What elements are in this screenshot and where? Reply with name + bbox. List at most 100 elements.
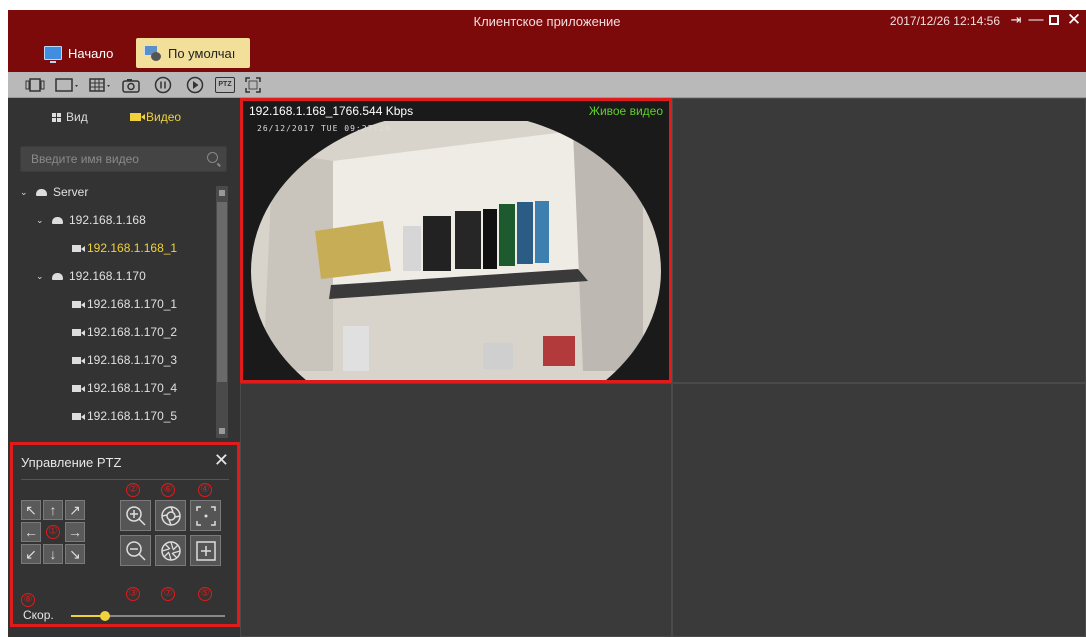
chevron-down-icon[interactable]: ⌄: [36, 271, 46, 282]
search-input[interactable]: [21, 147, 201, 171]
iris-close-button[interactable]: [155, 535, 186, 566]
speed-label: Скор.: [23, 608, 54, 622]
scroll-up-icon[interactable]: [219, 190, 225, 196]
ptz-icon[interactable]: PTZ: [214, 76, 236, 94]
video-camera-icon: [72, 244, 85, 252]
logout-icon[interactable]: ⇥: [1008, 12, 1024, 28]
marker-3: ③: [126, 587, 140, 601]
video-camera-icon: [72, 412, 85, 420]
ptz-up-button[interactable]: ↑: [43, 500, 63, 520]
tree-node-device[interactable]: ⌄ 192.168.1.168: [36, 210, 146, 230]
ptz-title: Управление PTZ: [21, 455, 122, 470]
tree-scrollbar[interactable]: [216, 186, 228, 438]
monitor-icon: [44, 46, 62, 63]
tab-view[interactable]: Вид: [52, 110, 88, 124]
scroll-down-icon[interactable]: [219, 428, 225, 434]
video-cell-empty[interactable]: [672, 98, 1086, 383]
search-icon[interactable]: [207, 152, 218, 163]
toolbar: PTZ: [8, 72, 1086, 98]
tree-node-label: 192.168.1.170: [69, 269, 146, 283]
clock: 2017/12/26 12:14:56: [889, 14, 1000, 28]
marker-4: ④: [198, 483, 212, 497]
ptz-icon-label: PTZ: [215, 77, 235, 93]
close-icon[interactable]: ✕: [214, 450, 229, 471]
tree-node-camera[interactable]: 192.168.1.170_3: [72, 350, 177, 370]
tab-default-label: По умолчаı: [168, 45, 236, 61]
zoom-in-icon: [125, 505, 146, 526]
video-camera-icon: [72, 328, 85, 336]
tree-node-camera[interactable]: 192.168.1.170_2: [72, 322, 177, 342]
zoom-out-button[interactable]: [120, 535, 151, 566]
fullscreen-icon[interactable]: [242, 76, 264, 94]
chevron-down-icon[interactable]: ⌄: [36, 215, 46, 226]
server-icon: [36, 188, 47, 196]
tree-node-camera[interactable]: 192.168.1.170_5: [72, 406, 177, 426]
ptz-right-button[interactable]: →: [65, 522, 85, 542]
video-camera-icon: [72, 300, 85, 308]
iris-open-button[interactable]: [155, 500, 186, 531]
tree-node-server[interactable]: ⌄ Server: [20, 182, 88, 202]
ptz-down-left-button[interactable]: ↙: [21, 544, 41, 564]
divider: [21, 479, 229, 480]
ptz-down-button[interactable]: ↓: [43, 544, 63, 564]
camera-feed: 26/12/2017 TUE 09:27:26: [243, 121, 669, 380]
layout-icon[interactable]: [54, 76, 82, 94]
zoom-out-icon: [125, 540, 146, 561]
tree-node-camera-active[interactable]: 192.168.1.168_1: [72, 238, 177, 258]
tree-node-label: 192.168.1.170_5: [87, 409, 178, 423]
marker-6: ⑥: [161, 483, 175, 497]
marker-5: ⑤: [198, 587, 212, 601]
video-status: Живое видео: [588, 104, 663, 118]
camera-feed-image: [243, 121, 669, 380]
tab-home[interactable]: Начало: [36, 38, 121, 68]
screen-capture-icon[interactable]: [24, 76, 46, 94]
zoom-in-button[interactable]: [120, 500, 151, 531]
grid-layout-icon[interactable]: [88, 76, 116, 94]
speed-slider[interactable]: [71, 611, 225, 621]
video-channel: 192.168.1.168_1: [249, 104, 340, 118]
focus-near-icon: [195, 540, 216, 561]
snapshot-icon[interactable]: [120, 76, 142, 94]
tree-node-device[interactable]: ⌄ 192.168.1.170: [36, 266, 146, 286]
video-camera-icon: [130, 113, 145, 121]
scroll-thumb[interactable]: [217, 202, 227, 382]
video-camera-icon: [72, 384, 85, 392]
tab-video[interactable]: Видео: [130, 110, 181, 124]
play-icon[interactable]: [184, 76, 206, 94]
tree-node-label: 192.168.1.168: [69, 213, 146, 227]
tab-video-label: Видео: [146, 110, 182, 124]
maximize-icon[interactable]: [1046, 12, 1062, 28]
focus-far-button[interactable]: [190, 500, 221, 531]
search-box: [20, 146, 227, 172]
ptz-left-button[interactable]: ←: [21, 522, 41, 542]
minimize-icon[interactable]: —: [1028, 12, 1044, 28]
device-icon: [52, 272, 63, 280]
video-header: 192.168.1.168_1 766.544 Kbps Живое видео: [243, 101, 669, 121]
tree-node-label: 192.168.1.168_1: [87, 241, 178, 255]
close-icon[interactable]: ✕: [1066, 11, 1082, 28]
view-tabs: Вид Видео: [8, 98, 240, 138]
tab-home-label: Начало: [68, 45, 114, 61]
pause-icon[interactable]: [152, 76, 174, 94]
ptz-panel: Управление PTZ ✕ ↖ ↑ ↗ ← ① → ↙ ↓ ↘ ② ⑥ ④: [10, 442, 240, 627]
chevron-down-icon[interactable]: ⌄: [20, 187, 30, 198]
tree-node-camera[interactable]: 192.168.1.170_4: [72, 378, 177, 398]
video-overlay-timestamp: 26/12/2017 TUE 09:27:26: [257, 124, 391, 133]
tab-default[interactable]: По умолчаı: [136, 38, 250, 68]
ptz-down-right-button[interactable]: ↘: [65, 544, 85, 564]
grid-icon: [52, 112, 61, 122]
tree-node-label: 192.168.1.170_3: [87, 353, 178, 367]
marker-7: ⑦: [161, 587, 175, 601]
marker-2: ②: [126, 483, 140, 497]
video-cell-active[interactable]: 192.168.1.168_1 766.544 Kbps Живое видео: [240, 98, 672, 383]
ptz-up-right-button[interactable]: ↗: [65, 500, 85, 520]
focus-near-button[interactable]: [190, 535, 221, 566]
video-bitrate: 766.544 Kbps: [339, 104, 414, 118]
ptz-up-left-button[interactable]: ↖: [21, 500, 41, 520]
video-cell-empty[interactable]: [672, 383, 1086, 637]
default-view-icon: [144, 45, 162, 61]
video-cell-empty[interactable]: [240, 383, 672, 637]
tree-node-label: 192.168.1.170_2: [87, 325, 178, 339]
tree-node-camera[interactable]: 192.168.1.170_1: [72, 294, 177, 314]
speed-slider-knob[interactable]: [100, 611, 110, 621]
